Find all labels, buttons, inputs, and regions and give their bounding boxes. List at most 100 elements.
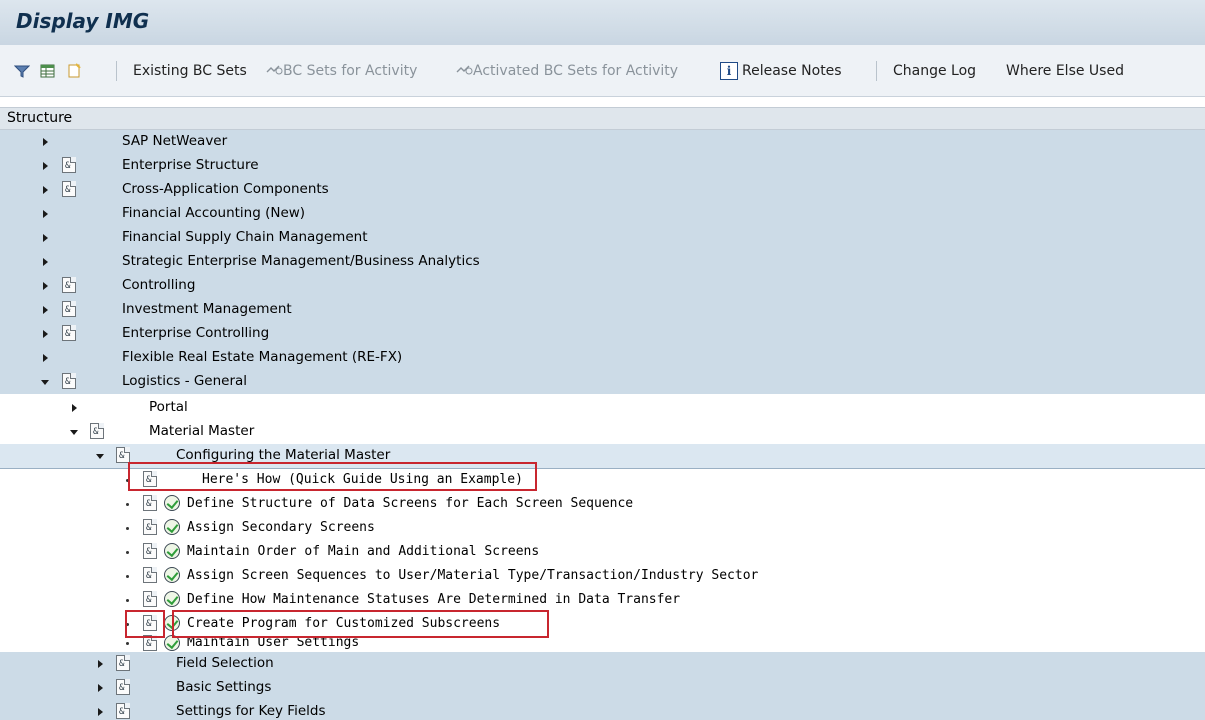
bullet-icon — [126, 551, 129, 554]
tree-node-label[interactable]: Investment Management — [122, 301, 292, 317]
tree-node-label[interactable]: Configuring the Material Master — [176, 447, 390, 463]
tree-node-label[interactable]: Enterprise Structure — [122, 157, 259, 173]
document-icon[interactable] — [66, 45, 82, 96]
collapse-arrow-icon[interactable] — [41, 380, 49, 385]
expand-arrow-icon[interactable] — [43, 186, 48, 194]
activated-bc-sets-button[interactable]: Activated BC Sets for Activity — [455, 45, 678, 96]
tree-node-financial-accounting[interactable]: Financial Accounting (New) — [0, 202, 1205, 226]
existing-bc-sets-button[interactable]: Existing BC Sets — [133, 45, 247, 96]
execute-activity-icon[interactable] — [164, 543, 180, 559]
tree-node-label[interactable]: Maintain Order of Main and Additional Sc… — [187, 544, 539, 559]
tree-node-label[interactable]: Financial Accounting (New) — [122, 205, 305, 221]
execute-activity-icon[interactable] — [164, 519, 180, 535]
tree-node-sap-netweaver[interactable]: SAP NetWeaver — [0, 130, 1205, 154]
documentation-icon[interactable]: & — [116, 679, 130, 695]
tree-node-label[interactable]: Settings for Key Fields — [176, 703, 325, 719]
page-title: Display IMG — [16, 9, 150, 33]
tree-node-cross-application[interactable]: & Cross-Application Components — [0, 178, 1205, 202]
tree-node-label[interactable]: Assign Secondary Screens — [187, 520, 375, 535]
tree-node-label[interactable]: Cross-Application Components — [122, 181, 329, 197]
tree-node-label[interactable]: Basic Settings — [176, 679, 271, 695]
tree-node-maintain-order[interactable]: & Maintain Order of Main and Additional … — [0, 540, 1205, 564]
tree-node-label[interactable]: Strategic Enterprise Management/Business… — [122, 253, 480, 269]
toolbar-separator — [116, 61, 117, 81]
documentation-icon[interactable]: & — [62, 157, 76, 173]
expand-arrow-icon[interactable] — [98, 660, 103, 668]
documentation-icon[interactable]: & — [62, 301, 76, 317]
tree-node-basic-settings[interactable]: & Basic Settings — [0, 676, 1205, 700]
expand-arrow-icon[interactable] — [43, 330, 48, 338]
bullet-icon — [126, 642, 129, 645]
tree-node-label[interactable]: Material Master — [149, 423, 254, 439]
bullet-icon — [126, 503, 129, 506]
expand-arrow-icon[interactable] — [98, 708, 103, 716]
tree-node-field-selection[interactable]: & Field Selection — [0, 652, 1205, 676]
tree-node-label[interactable]: Controlling — [122, 277, 195, 293]
tree-node-label[interactable]: SAP NetWeaver — [122, 133, 227, 149]
tree-node-flexible-real-estate[interactable]: Flexible Real Estate Management (RE-FX) — [0, 346, 1205, 370]
application-toolbar: Existing BC Sets BC Sets for Activity Ac… — [0, 45, 1205, 97]
expand-arrow-icon[interactable] — [43, 210, 48, 218]
tree-node-label[interactable]: Define How Maintenance Statuses Are Dete… — [187, 592, 680, 607]
collapse-arrow-icon[interactable] — [96, 454, 104, 459]
bullet-icon — [126, 599, 129, 602]
documentation-icon[interactable]: & — [62, 181, 76, 197]
tree-node-label[interactable]: Portal — [149, 399, 188, 415]
tree-node-controlling[interactable]: & Controlling — [0, 274, 1205, 298]
tree-node-portal[interactable]: Portal — [0, 396, 1205, 420]
release-notes-button[interactable]: i Release Notes — [720, 45, 842, 96]
tree-node-define-maintenance-statuses[interactable]: & Define How Maintenance Statuses Are De… — [0, 588, 1205, 612]
tree-node-assign-secondary[interactable]: & Assign Secondary Screens — [0, 516, 1205, 540]
bc-sets-for-activity-button[interactable]: BC Sets for Activity — [265, 45, 417, 96]
expand-arrow-icon[interactable] — [43, 138, 48, 146]
documentation-icon[interactable]: & — [143, 543, 157, 559]
tree-node-define-structure[interactable]: & Define Structure of Data Screens for E… — [0, 492, 1205, 516]
tree-node-material-master[interactable]: & Material Master — [0, 420, 1205, 444]
execute-activity-icon[interactable] — [164, 591, 180, 607]
where-else-used-button[interactable]: Where Else Used — [1006, 45, 1124, 96]
expand-arrow-icon[interactable] — [43, 162, 48, 170]
expand-arrow-icon[interactable] — [43, 258, 48, 266]
execute-activity-icon[interactable] — [164, 567, 180, 583]
tree-node-label[interactable]: Assign Screen Sequences to User/Material… — [187, 568, 758, 583]
tree-node-logistics-general[interactable]: & Logistics - General — [0, 370, 1205, 394]
tree-node-strategic-enterprise[interactable]: Strategic Enterprise Management/Business… — [0, 250, 1205, 274]
tree-node-financial-supply-chain[interactable]: Financial Supply Chain Management — [0, 226, 1205, 250]
documentation-icon[interactable]: & — [116, 447, 130, 463]
documentation-icon[interactable]: & — [116, 655, 130, 671]
documentation-icon[interactable]: & — [116, 703, 130, 719]
documentation-icon[interactable]: & — [143, 591, 157, 607]
documentation-icon[interactable]: & — [143, 519, 157, 535]
documentation-icon[interactable]: & — [143, 495, 157, 511]
expand-arrow-icon[interactable] — [43, 354, 48, 362]
tree-node-enterprise-controlling[interactable]: & Enterprise Controlling — [0, 322, 1205, 346]
collapse-arrow-icon[interactable] — [70, 430, 78, 435]
expand-arrow-icon[interactable] — [43, 282, 48, 290]
execute-activity-icon[interactable] — [164, 495, 180, 511]
tree-node-enterprise-structure[interactable]: & Enterprise Structure — [0, 154, 1205, 178]
expand-arrow-icon[interactable] — [43, 234, 48, 242]
documentation-icon[interactable]: & — [90, 423, 104, 439]
tree-node-label[interactable]: Define Structure of Data Screens for Eac… — [187, 496, 633, 511]
documentation-icon[interactable]: & — [62, 373, 76, 389]
filter-icon[interactable] — [14, 45, 30, 96]
expand-arrow-icon[interactable] — [98, 684, 103, 692]
change-log-button[interactable]: Change Log — [893, 45, 976, 96]
highlight-box-doc-icon — [125, 610, 165, 638]
documentation-icon[interactable]: & — [143, 567, 157, 583]
structure-header: Structure — [0, 107, 1205, 130]
tree-node-assign-screen-sequences[interactable]: & Assign Screen Sequences to User/Materi… — [0, 564, 1205, 588]
expand-arrow-icon[interactable] — [43, 306, 48, 314]
tree-node-settings-key-fields[interactable]: & Settings for Key Fields — [0, 700, 1205, 720]
tree-node-label[interactable]: Financial Supply Chain Management — [122, 229, 368, 245]
table-icon[interactable] — [40, 45, 56, 96]
documentation-icon[interactable]: & — [62, 325, 76, 341]
tree-node-label[interactable]: Enterprise Controlling — [122, 325, 269, 341]
tree-node-label[interactable]: Field Selection — [176, 655, 274, 671]
expand-arrow-icon[interactable] — [72, 404, 77, 412]
tree-node-label[interactable]: Flexible Real Estate Management (RE-FX) — [122, 349, 402, 365]
bullet-icon — [126, 575, 129, 578]
documentation-icon[interactable]: & — [62, 277, 76, 293]
tree-node-label[interactable]: Logistics - General — [122, 373, 247, 389]
tree-node-investment-management[interactable]: & Investment Management — [0, 298, 1205, 322]
